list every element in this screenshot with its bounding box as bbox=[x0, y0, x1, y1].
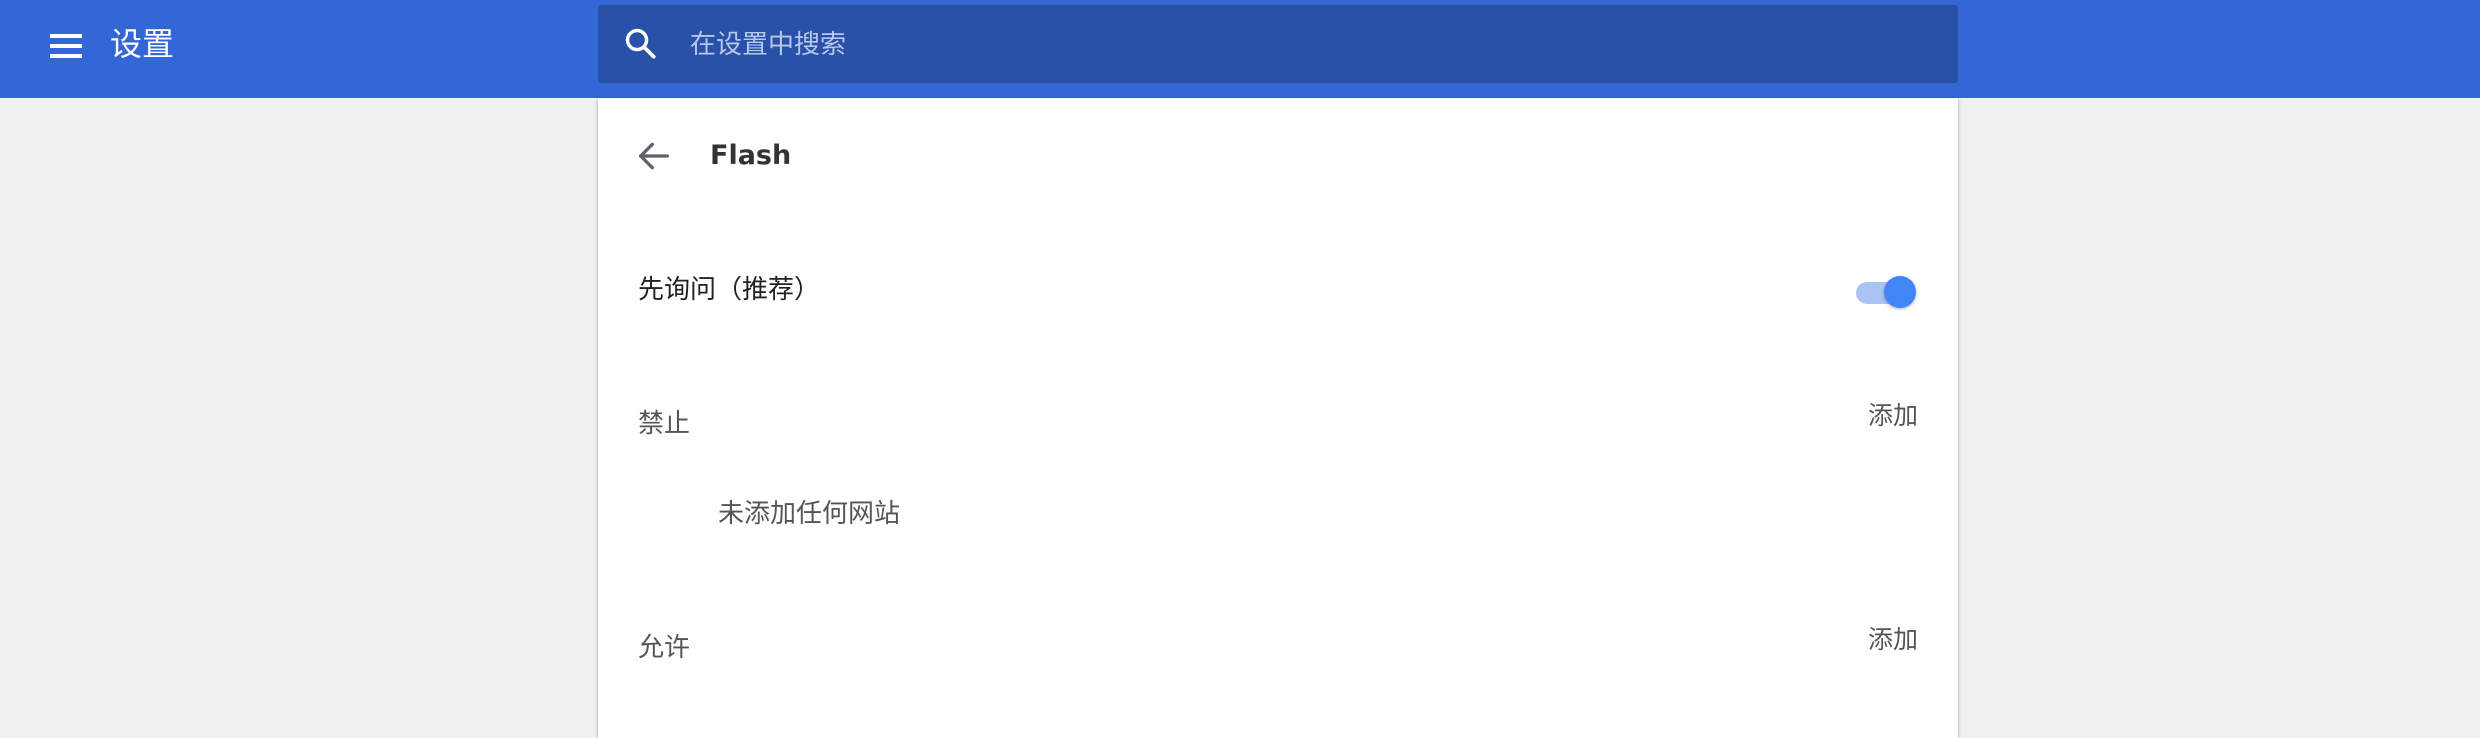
app-title: 设置 bbox=[110, 25, 175, 63]
allow-add-button[interactable]: 添加 bbox=[1868, 620, 1918, 660]
ask-first-toggle[interactable] bbox=[1854, 274, 1918, 310]
search-input[interactable] bbox=[688, 5, 1892, 85]
block-add-button[interactable]: 添加 bbox=[1868, 396, 1918, 436]
search-bar[interactable] bbox=[598, 5, 1958, 85]
page-title: Flash bbox=[710, 140, 792, 171]
block-empty-text: 未添加任何网站 bbox=[718, 499, 901, 529]
block-section-title: 禁止 bbox=[638, 409, 691, 439]
menu-icon-line bbox=[50, 44, 82, 48]
allow-section-title: 允许 bbox=[638, 633, 691, 663]
search-icon bbox=[625, 28, 656, 59]
ask-first-label: 先询问（推荐） bbox=[638, 275, 821, 305]
toggle-knob bbox=[1884, 276, 1916, 308]
menu-icon-line bbox=[50, 54, 82, 58]
arrow-back-icon[interactable] bbox=[634, 136, 674, 176]
menu-icon[interactable] bbox=[44, 24, 88, 68]
flash-settings-card: Flash 先询问（推荐） 禁止 添加 未添加任何网站 允许 添加 bbox=[598, 98, 1958, 738]
top-bar: 设置 bbox=[0, 0, 2480, 98]
menu-icon-line bbox=[50, 34, 82, 38]
